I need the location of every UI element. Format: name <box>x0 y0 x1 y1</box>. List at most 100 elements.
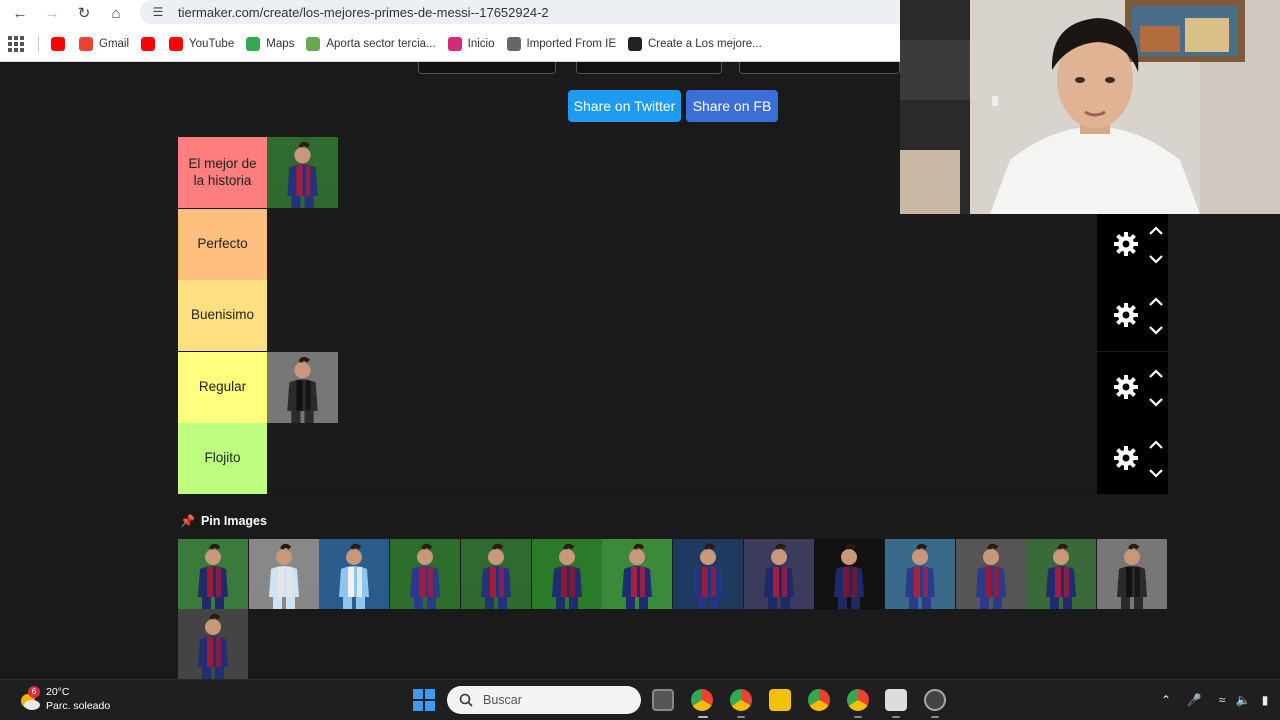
volume-icon[interactable]: 🔈 <box>1235 692 1251 708</box>
bookmark-8[interactable]: Create a Los mejore... <box>622 33 768 55</box>
bookmark-1[interactable]: Gmail <box>73 33 135 55</box>
chevron-down-icon[interactable] <box>1149 394 1163 407</box>
gear-icon[interactable] <box>1113 445 1139 471</box>
bookmark-0[interactable] <box>45 33 73 55</box>
snipping-tool-icon[interactable] <box>885 689 907 711</box>
pool-image[interactable] <box>460 539 531 609</box>
pool-image[interactable] <box>1097 539 1168 609</box>
pin-images-heading: 📌 Pin Images <box>180 512 267 530</box>
address-bar[interactable]: ☰ tiermaker.com/create/los-mejores-prime… <box>140 0 900 24</box>
chrome-alt2-icon[interactable] <box>847 689 869 711</box>
task-view-icon[interactable] <box>652 689 674 711</box>
tier-drop-zone[interactable] <box>267 280 1097 352</box>
pool-image[interactable] <box>885 539 955 609</box>
youtube-icon <box>169 37 184 51</box>
chrome-alt-icon[interactable] <box>808 689 830 711</box>
youtube-icon <box>141 37 156 51</box>
pool-image[interactable] <box>248 539 319 609</box>
tier-item-image[interactable] <box>267 351 338 423</box>
image-pool <box>178 539 1168 679</box>
share-twitter-button[interactable]: Share on Twitter <box>568 90 681 122</box>
forward-button[interactable]: → <box>36 1 68 25</box>
tier-label[interactable]: Buenisimo <box>178 280 267 352</box>
tier-label[interactable]: Flojito <box>178 423 267 495</box>
chevron-up-icon[interactable] <box>1149 223 1163 235</box>
bookmark-4[interactable]: Maps <box>240 33 300 55</box>
bookmark-label: Maps <box>266 38 295 50</box>
bookmarks-separator <box>38 36 39 52</box>
microphone-icon[interactable]: 🎤 <box>1186 692 1202 708</box>
wifi-icon[interactable]: ≈ <box>1214 692 1230 708</box>
bookmark-3[interactable]: YouTube <box>163 33 240 55</box>
pool-image[interactable] <box>672 539 743 609</box>
chevron-up-icon[interactable] <box>1149 294 1163 306</box>
obs-icon[interactable] <box>924 689 946 711</box>
weather-desc: Parc. soleado <box>46 699 111 712</box>
bookmark-7[interactable]: Imported From IE <box>501 33 622 55</box>
tier-label[interactable]: Perfecto <box>178 208 267 280</box>
tier-drop-zone[interactable] <box>267 208 1097 280</box>
pool-image[interactable] <box>1026 539 1097 609</box>
tier-row: Regular <box>178 351 1168 423</box>
tier-drop-zone[interactable] <box>267 423 1097 495</box>
pool-image[interactable] <box>743 539 814 609</box>
tier-controls <box>1097 280 1168 352</box>
tier-drop-zone[interactable] <box>267 351 1097 423</box>
weather-widget[interactable]: 6 20°C Parc. soleado <box>18 685 111 713</box>
weather-sun-icon: 6 <box>18 685 40 711</box>
bookmark-label: Aporta sector tercia... <box>326 38 436 50</box>
chevron-down-icon[interactable] <box>1149 465 1163 478</box>
bookmarks-bar: Gmail YouTube Maps Aporta sector tercia... I… <box>0 30 900 58</box>
gmail-icon <box>79 37 93 51</box>
search-placeholder: Buscar <box>483 693 522 707</box>
address-row: ← → ↻ ⌂ ☰ tiermaker.com/create/los-mejor… <box>0 0 900 26</box>
apps-grid-icon[interactable] <box>8 36 24 52</box>
pool-image[interactable] <box>531 539 602 609</box>
tier-row: Buenisimo <box>178 280 1168 352</box>
partial-button-2[interactable] <box>576 62 722 74</box>
share-fb-button[interactable]: Share on FB <box>686 90 778 122</box>
chevron-up-icon[interactable] <box>1149 437 1163 450</box>
chrome-profile-icon[interactable] <box>730 689 752 711</box>
gear-icon[interactable] <box>1113 374 1139 400</box>
pool-image[interactable] <box>178 539 248 609</box>
tray-chevron-up-icon[interactable]: ⌃ <box>1158 692 1174 708</box>
chevron-up-icon[interactable] <box>1149 366 1163 378</box>
start-button[interactable] <box>413 689 435 711</box>
site-info-icon[interactable]: ☰ <box>148 4 168 20</box>
gear-icon[interactable] <box>1113 231 1139 257</box>
obs-indicator <box>931 716 939 718</box>
battery-icon[interactable]: ▮ <box>1257 692 1273 708</box>
webcam-overlay <box>900 0 1280 214</box>
tier-label[interactable]: El mejor de la historia <box>178 137 267 208</box>
bookmark-2[interactable] <box>135 33 163 55</box>
pool-image[interactable] <box>390 539 461 609</box>
bookmark-label: YouTube <box>189 38 235 50</box>
bookmark-5[interactable]: Aporta sector tercia... <box>300 33 441 55</box>
tier-label[interactable]: Regular <box>178 351 267 423</box>
taskbar-search[interactable]: Buscar <box>447 686 641 714</box>
partial-button-1[interactable] <box>418 62 556 74</box>
partial-button-3[interactable] <box>739 62 900 74</box>
pool-image[interactable] <box>319 539 390 609</box>
reload-button[interactable]: ↻ <box>68 1 100 25</box>
back-button[interactable]: ← <box>4 1 36 25</box>
webcam-scene <box>900 0 1280 214</box>
url-text: tiermaker.com/create/los-mejores-primes-… <box>178 4 549 20</box>
folder-icon <box>506 37 521 51</box>
pool-image[interactable] <box>814 539 885 609</box>
bookmark-label: Create a Los mejore... <box>647 38 762 50</box>
pool-image[interactable] <box>955 539 1026 609</box>
gear-icon[interactable] <box>1113 302 1139 328</box>
pin-icon: 📌 <box>180 514 195 528</box>
bookmark-6[interactable]: Inicio <box>442 33 501 55</box>
chrome-active-indicator <box>698 716 708 718</box>
pool-image[interactable] <box>178 609 248 679</box>
chrome-icon[interactable] <box>691 689 713 711</box>
file-explorer-icon[interactable] <box>769 689 791 711</box>
chevron-down-icon[interactable] <box>1149 251 1163 264</box>
pool-image[interactable] <box>602 539 673 609</box>
chevron-down-icon[interactable] <box>1149 322 1163 335</box>
home-button[interactable]: ⌂ <box>100 1 132 25</box>
tier-item-image[interactable] <box>267 137 338 208</box>
